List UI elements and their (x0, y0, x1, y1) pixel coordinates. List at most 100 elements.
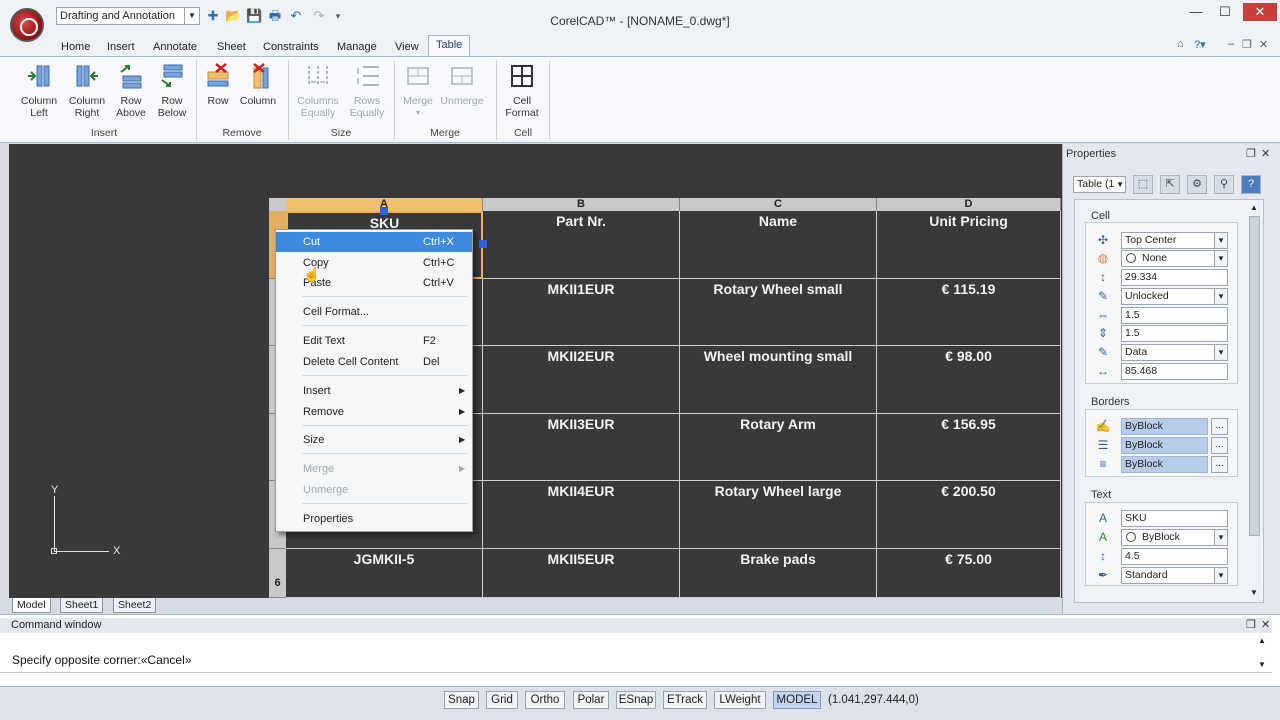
filter-icon[interactable]: ⚲ (1214, 175, 1234, 194)
tab-home[interactable]: Home (54, 38, 97, 56)
menu-item-merge[interactable]: Merge ▶ (276, 459, 472, 479)
text-style-select[interactable]: Standard (1121, 567, 1228, 584)
tab-table[interactable]: Table (428, 35, 471, 58)
tab-view[interactable]: View (388, 38, 426, 56)
undo-icon[interactable]: ↶ (288, 8, 304, 24)
open-folder-icon[interactable]: 📂 (225, 8, 241, 24)
tab-annotate[interactable]: Annotate (146, 38, 204, 56)
scroll-down-icon[interactable]: ▼ (1250, 588, 1258, 597)
menu-item-properties[interactable]: Properties (276, 509, 472, 529)
menu-item-edit-text[interactable]: Edit Text F2 (276, 331, 472, 351)
columns-equally-button[interactable]: Columns Equally (294, 58, 342, 120)
unmerge-button[interactable]: Unmerge (438, 58, 486, 120)
tab-sheet[interactable]: Sheet (210, 38, 253, 56)
table-cell[interactable]: € 156.95 (877, 414, 1061, 481)
menu-item-cut[interactable]: Cut Ctrl+X (276, 232, 472, 252)
table-cell[interactable]: JGMKII-5 (286, 549, 483, 598)
help-icon[interactable]: ?▾ (1194, 38, 1206, 51)
lweight-toggle[interactable]: LWeight (714, 691, 766, 709)
panel-float-icon[interactable]: ❐ (1246, 147, 1256, 160)
text-content-field[interactable]: SKU (1121, 510, 1228, 527)
doc-minimize-icon[interactable]: – (1228, 38, 1234, 50)
grip-handle[interactable] (479, 240, 487, 248)
row-header-6[interactable]: 6 (269, 549, 286, 598)
table-cell[interactable]: € 200.50 (877, 481, 1061, 549)
etrack-toggle[interactable]: ETrack (663, 691, 707, 709)
menu-item-cell-format[interactable]: Cell Format... (276, 302, 472, 322)
cell-format-button[interactable]: Cell Format (500, 58, 544, 120)
remove-row-button[interactable]: Row (200, 58, 236, 120)
text-height-field[interactable]: 4.5 (1121, 548, 1228, 565)
border-linetype-field[interactable]: ByBlock (1121, 437, 1208, 454)
border-linetype-more-button[interactable]: ... (1211, 437, 1228, 454)
column-header-d[interactable]: D (877, 198, 1061, 211)
vertical-margin-field[interactable]: 1.5 (1121, 325, 1228, 342)
cell-lock-select[interactable]: Unlocked (1121, 288, 1228, 305)
scroll-up-icon[interactable]: ▲ (1258, 636, 1266, 645)
minimize-button[interactable]: — (1182, 3, 1210, 21)
doc-close-icon[interactable]: ✕ (1259, 38, 1268, 51)
panel-float-icon[interactable]: ❐ (1246, 618, 1256, 631)
maximize-button[interactable]: ☐ (1211, 3, 1239, 21)
column-left-button[interactable]: Column Left (16, 58, 62, 120)
table-cell[interactable]: Rotary Wheel small (680, 279, 877, 346)
save-icon[interactable]: 💾 (246, 8, 262, 24)
panel-close-icon[interactable]: ✕ (1261, 618, 1270, 631)
remove-column-button[interactable]: Column (236, 58, 280, 120)
row-below-button[interactable]: Row Below (151, 58, 193, 120)
workspace-dropdown[interactable]: Drafting and Annotation ▼ (56, 7, 200, 25)
print-icon[interactable]: 🖶 (267, 8, 283, 24)
entity-selector[interactable]: Table (1 ▼ (1073, 176, 1126, 193)
panel-close-icon[interactable]: ✕ (1261, 147, 1270, 160)
ortho-toggle[interactable]: Ortho (525, 691, 565, 709)
cell-height-field[interactable]: 29.334 (1121, 269, 1228, 286)
redo-icon[interactable]: ↷ (311, 8, 327, 24)
cell-width-field[interactable]: 85.468 (1121, 363, 1228, 380)
menu-item-size[interactable]: Size ▶ (276, 430, 472, 450)
table-cell[interactable]: Rotary Wheel large (680, 481, 877, 549)
table-cell[interactable]: € 98.00 (877, 346, 1061, 414)
horizontal-margin-field[interactable]: 1.5 (1121, 307, 1228, 324)
background-color-select[interactable]: None (1121, 250, 1228, 267)
menu-item-delete-cell-content[interactable]: Delete Cell Content Del (276, 352, 472, 372)
chevron-down-icon[interactable]: ▼ (184, 8, 199, 24)
rows-equally-button[interactable]: Rows Equally (344, 58, 390, 120)
row-above-button[interactable]: Row Above (110, 58, 152, 120)
text-color-select[interactable]: ByBlock (1121, 529, 1228, 546)
sheet-tab-model[interactable]: Model (12, 598, 51, 613)
table-cell[interactable]: € 75.00 (877, 549, 1061, 598)
table-cell-header-pricing[interactable]: Unit Pricing (877, 211, 1061, 279)
table-cell[interactable]: Wheel mounting small (680, 346, 877, 414)
column-right-button[interactable]: Column Right (64, 58, 110, 120)
table-cell[interactable]: Rotary Arm (680, 414, 877, 481)
border-color-field[interactable]: ByBlock (1121, 418, 1208, 435)
sheet-tab-sheet2[interactable]: Sheet2 (113, 598, 157, 613)
collapse-ribbon-icon[interactable]: ⌂ (1177, 38, 1184, 50)
grid-toggle[interactable]: Grid (486, 691, 518, 709)
polar-toggle[interactable]: Polar (573, 691, 609, 709)
help-icon[interactable]: ? (1241, 175, 1261, 194)
snap-toggle[interactable]: Snap (444, 691, 479, 709)
column-header-c[interactable]: C (680, 198, 877, 211)
menu-item-insert[interactable]: Insert ▶ (276, 381, 472, 401)
border-lineweight-more-button[interactable]: ... (1211, 456, 1228, 473)
close-button[interactable]: ✕ (1243, 3, 1277, 21)
table-cell[interactable]: € 115.19 (877, 279, 1061, 346)
toggle-pickadd-icon[interactable]: ⚙ (1187, 175, 1207, 194)
esnap-toggle[interactable]: ESnap (616, 691, 656, 709)
sheet-tab-sheet1[interactable]: Sheet1 (60, 598, 104, 613)
app-logo-icon[interactable] (10, 8, 44, 42)
customize-toolbar-icon[interactable]: ▾ (330, 8, 346, 24)
quick-select-icon[interactable]: ⇱ (1160, 175, 1180, 194)
tab-constraints[interactable]: Constraints (256, 38, 326, 56)
table-cell[interactable]: MKII2EUR (483, 346, 680, 414)
border-lineweight-field[interactable]: ByBlock (1121, 456, 1208, 473)
doc-restore-icon[interactable]: ❐ (1242, 38, 1252, 51)
tab-manage[interactable]: Manage (330, 38, 384, 56)
table-cell[interactable]: MKII3EUR (483, 414, 680, 481)
table-cell-header-name[interactable]: Name (680, 211, 877, 279)
model-toggle[interactable]: MODEL (773, 691, 821, 709)
table-cell-header-part[interactable]: Part Nr. (483, 211, 680, 279)
grip-handle[interactable] (380, 207, 388, 215)
cell-alignment-select[interactable]: Top Center (1121, 232, 1228, 249)
